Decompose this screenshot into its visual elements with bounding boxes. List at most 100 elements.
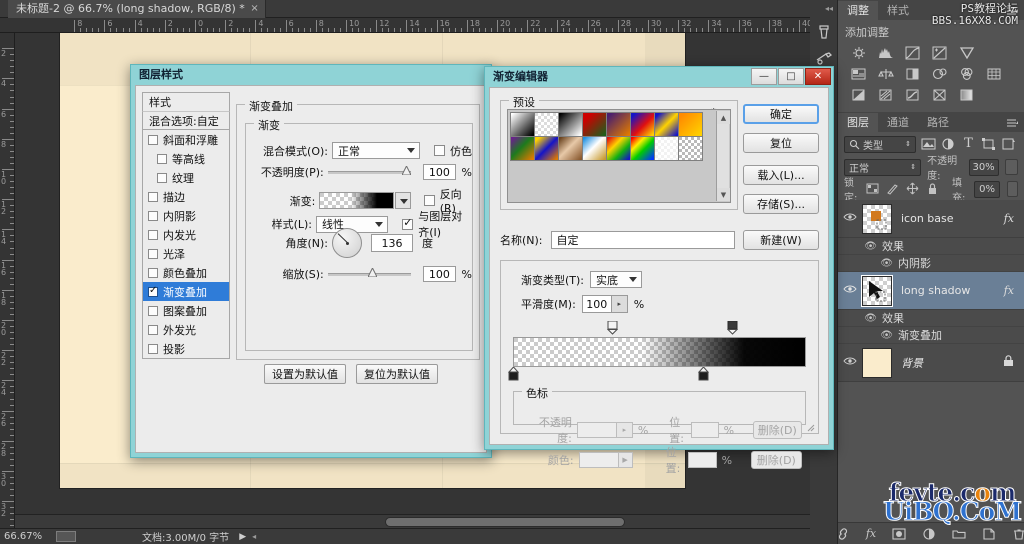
history-icon[interactable] [814, 22, 834, 42]
layer-thumbnail[interactable] [862, 347, 892, 378]
style-item-texture[interactable]: 纹理 [143, 168, 229, 187]
style-item-inner-shadow[interactable]: 内阴影 [143, 206, 229, 225]
gradient-editor-dialog[interactable]: 渐变编辑器 — □ ✕ 预设 ⚙ [484, 66, 834, 475]
tab-layers[interactable]: 图层 [838, 113, 878, 132]
style-checkbox[interactable] [148, 210, 158, 221]
preset-swatch[interactable] [582, 112, 607, 137]
vertical-ruler[interactable]: 246810121416182022242628303234 [0, 33, 15, 528]
levels-icon[interactable] [877, 45, 895, 61]
opacity-field[interactable]: 100 [423, 164, 456, 180]
preset-swatch[interactable] [678, 136, 703, 161]
style-item-gradient-overlay[interactable]: 渐变叠加 [143, 282, 229, 301]
preset-swatch[interactable] [654, 136, 679, 161]
set-default-button[interactable]: 设置为默认值 [264, 364, 346, 384]
layer-fx-icon[interactable]: fx [1004, 284, 1014, 297]
tools-preset-icon[interactable] [814, 48, 834, 68]
style-checkbox[interactable] [148, 343, 158, 354]
table-row[interactable]: long shadow fx [838, 272, 1024, 310]
preset-swatch[interactable] [630, 136, 655, 161]
preset-swatch[interactable] [558, 136, 583, 161]
tab-channels[interactable]: 通道 [878, 113, 918, 132]
save-button[interactable]: 存储(S)... [743, 194, 819, 214]
panel-menu-icon[interactable] [1007, 118, 1019, 128]
new-layer-icon[interactable] [982, 527, 996, 541]
blend-mode-select[interactable]: 正常 [332, 142, 420, 159]
smoothness-field[interactable]: 100 [581, 295, 612, 313]
tab-styles[interactable]: 样式 [878, 1, 918, 20]
preset-swatch[interactable] [606, 112, 631, 137]
zoom-level[interactable]: 66.67% [0, 531, 56, 542]
canvas-horizontal-scrollbar[interactable] [15, 514, 810, 528]
presets-scrollbar[interactable]: ▲ ▼ [716, 111, 730, 201]
effect-visibility-icon[interactable]: 👁 [838, 330, 898, 341]
layer-fx-icon[interactable]: fx [1004, 212, 1014, 225]
horizontal-ruler[interactable]: 8 6 4 2 0 2 4 6 8 10 12 14 16 18 20 22 24 26 28 30 32 34 36 38 4… [0, 18, 810, 33]
resize-grip-icon[interactable] [806, 422, 815, 432]
photo-filter-icon[interactable] [931, 66, 949, 82]
style-checkbox[interactable] [157, 153, 167, 164]
effects-visibility-icon[interactable]: 👁 [838, 313, 882, 324]
posterize-icon[interactable] [877, 87, 895, 103]
type-filter-icon[interactable]: T [961, 137, 976, 152]
close-icon[interactable]: ✕ [805, 68, 831, 85]
style-checkbox[interactable] [148, 324, 158, 335]
table-row[interactable]: 背景 [838, 344, 1024, 382]
color-stop-handle[interactable] [507, 366, 520, 381]
visibility-icon[interactable] [838, 356, 862, 369]
style-checkbox[interactable] [148, 191, 158, 202]
styles-header[interactable]: 样式 [142, 92, 230, 111]
scroll-down-icon[interactable]: ▼ [717, 188, 730, 201]
link-layers-icon[interactable] [836, 527, 850, 541]
slider-handle[interactable] [401, 164, 413, 175]
presets-list[interactable]: ▲ ▼ [507, 109, 731, 203]
reverse-checkbox[interactable] [423, 195, 435, 206]
minimize-icon[interactable]: — [751, 68, 777, 85]
layer-style-dialog[interactable]: 图层样式 样式 混合选项:自定 斜面和浮雕 等高线 纹理 描边 内阴影 内发光 … [130, 64, 492, 458]
new-button[interactable]: 新建(W) [743, 230, 819, 250]
gradient-map-icon[interactable] [958, 87, 976, 103]
dither-checkbox[interactable] [434, 145, 445, 156]
table-row[interactable]: icon base fx [838, 200, 1024, 238]
vibrance-icon[interactable] [958, 45, 976, 61]
reset-button[interactable]: 复位 [743, 133, 819, 153]
black-white-icon[interactable] [904, 66, 922, 82]
preset-swatch[interactable] [606, 136, 631, 161]
filter-type-select[interactable]: 类型 ⇕ [844, 135, 916, 153]
layer-thumbnail[interactable] [861, 274, 893, 307]
new-group-icon[interactable] [952, 527, 966, 541]
layer-name[interactable]: icon base [901, 212, 1004, 225]
effect-visibility-icon[interactable]: 👁 [838, 258, 898, 269]
style-checkbox[interactable] [148, 267, 158, 278]
chevron-down-icon[interactable] [394, 192, 411, 209]
smoothness-stepper[interactable]: ▸ [611, 295, 628, 313]
scroll-up-icon[interactable]: ▲ [717, 111, 730, 124]
lock-all-icon[interactable] [926, 182, 939, 197]
style-item-drop-shadow[interactable]: 投影 [143, 339, 229, 358]
preset-swatch[interactable] [534, 136, 559, 161]
pixel-filter-icon[interactable] [921, 137, 936, 152]
style-item-inner-glow[interactable]: 内发光 [143, 225, 229, 244]
fill-slider-icon[interactable] [1006, 181, 1018, 197]
preset-swatch[interactable] [558, 112, 583, 137]
preset-swatch[interactable] [678, 112, 703, 137]
color-balance-icon[interactable] [877, 66, 895, 82]
add-mask-icon[interactable] [892, 527, 906, 541]
load-button[interactable]: 载入(L)... [743, 165, 819, 185]
angle-dial[interactable] [332, 228, 362, 258]
smart-filter-icon[interactable] [1001, 137, 1016, 152]
preset-swatch[interactable] [582, 136, 607, 161]
expand-panels-icon[interactable]: ◂◂ [825, 4, 833, 13]
brightness-icon[interactable] [850, 45, 868, 61]
style-checkbox[interactable] [148, 229, 158, 240]
shape-filter-icon[interactable] [981, 137, 996, 152]
style-item-bevel[interactable]: 斜面和浮雕 [143, 130, 229, 149]
visibility-icon[interactable] [838, 284, 862, 297]
tab-adjustments[interactable]: 调整 [838, 1, 878, 20]
layer-effects-group[interactable]: 👁 效果 [838, 238, 1024, 255]
style-item-outer-glow[interactable]: 外发光 [143, 320, 229, 339]
lock-transparency-icon[interactable] [866, 182, 879, 197]
layer-name[interactable]: long shadow [901, 284, 1004, 297]
opacity-stop-handle[interactable] [606, 320, 619, 335]
style-checkbox[interactable] [148, 285, 158, 297]
ok-button[interactable]: 确定 [743, 104, 819, 124]
